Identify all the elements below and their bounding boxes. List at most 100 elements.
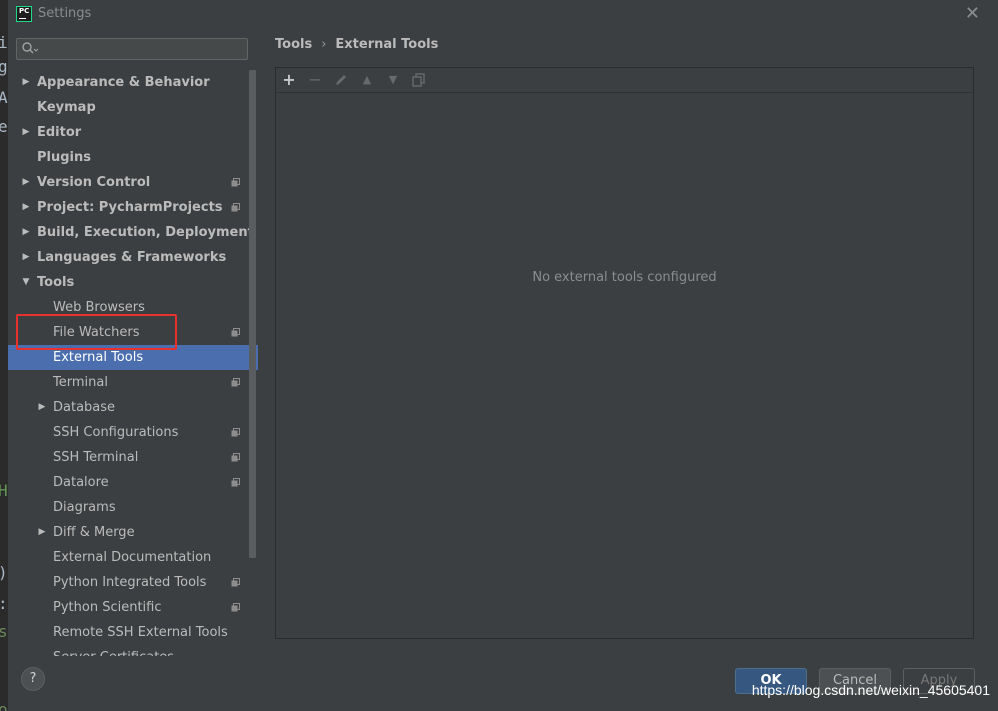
tree-item-datalore[interactable]: Datalore [8, 470, 258, 495]
project-scope-icon [231, 178, 240, 187]
tree-item-server-certificates[interactable]: Server Certificates [8, 645, 258, 656]
collapsed-arrow-icon[interactable]: ▶ [21, 195, 31, 220]
tree-item-label: Version Control [37, 175, 151, 190]
tree-item-diff-merge[interactable]: ▶ Diff & Merge [8, 520, 258, 545]
tree-item-external-documentation[interactable]: External Documentation [8, 545, 258, 570]
collapsed-arrow-icon[interactable]: ▶ [21, 170, 31, 195]
tree-item-python-integrated-tools[interactable]: Python Integrated Tools [8, 570, 258, 595]
search-icon [22, 42, 39, 54]
copy-icon[interactable] [410, 71, 428, 89]
editor-fragment: g [0, 57, 8, 76]
triangle-up-icon[interactable]: ▲ [358, 71, 376, 89]
window-title: Settings [38, 6, 92, 21]
project-scope-icon [231, 478, 240, 487]
tree-item-label: Datalore [53, 475, 109, 490]
collapsed-arrow-icon[interactable]: ▶ [21, 70, 31, 95]
tree-item-file-watchers[interactable]: File Watchers [8, 320, 258, 345]
tree-item-label: Diagrams [53, 500, 116, 515]
project-scope-icon [231, 453, 240, 462]
empty-state-text: No external tools configured [532, 270, 717, 285]
collapsed-arrow-icon[interactable]: ▶ [21, 220, 31, 245]
tree-item-ssh-terminal[interactable]: SSH Terminal [8, 445, 258, 470]
collapsed-arrow-icon[interactable]: ▶ [37, 520, 47, 545]
tree-item-label: Server Certificates [53, 645, 174, 656]
tree-item-python-scientific[interactable]: Python Scientific [8, 595, 258, 620]
editor-fragment: H [0, 481, 8, 500]
close-icon[interactable]: ✕ [965, 3, 980, 24]
breadcrumb-current: External Tools [335, 37, 439, 52]
project-scope-icon [231, 428, 240, 437]
tree-item-label: Web Browsers [53, 300, 145, 315]
tree-item-tools[interactable]: ▼ Tools [8, 270, 258, 295]
tree-item-label: Python Scientific [53, 600, 162, 615]
settings-dialog: PC Settings ✕ ▶ Appearance & Behavior Keym… [8, 0, 998, 711]
editor-fragment: e [0, 117, 8, 136]
ok-button[interactable]: OK [735, 668, 807, 694]
tree-item-label: External Tools [53, 350, 144, 365]
tree-item-label: Python Integrated Tools [53, 575, 207, 590]
tree-item-editor[interactable]: ▶ Editor [8, 120, 258, 145]
tree-item-label: Tools [37, 275, 75, 290]
collapsed-arrow-icon[interactable]: ▶ [21, 245, 31, 270]
collapsed-arrow-icon[interactable]: ▶ [21, 120, 31, 145]
tree-item-keymap[interactable]: Keymap [8, 95, 258, 120]
minus-icon[interactable]: − [306, 71, 324, 89]
editor-fragment: i [0, 33, 8, 52]
breadcrumb-parent[interactable]: Tools [275, 37, 312, 52]
editor-fragment: o") [0, 700, 8, 711]
editor-fragment: s [0, 622, 8, 641]
settings-content: Tools › External Tools + − ▲ ▼ No external… [258, 28, 998, 656]
external-tools-list: + − ▲ ▼ No external tools configured [275, 67, 974, 639]
tree-item-label: Project: PycharmProjects [37, 200, 223, 215]
tree-item-external-tools[interactable]: External Tools [8, 345, 258, 370]
tree-item-appearance-behavior[interactable]: ▶ Appearance & Behavior [8, 70, 258, 95]
project-scope-icon [231, 378, 240, 387]
tree-item-label: Build, Execution, Deployment [37, 225, 254, 240]
expanded-arrow-icon[interactable]: ▼ [21, 270, 31, 295]
apply-button[interactable]: Apply [903, 668, 975, 694]
dialog-footer: ? OK Cancel Apply [8, 656, 998, 711]
tree-item-ssh-configurations[interactable]: SSH Configurations [8, 420, 258, 445]
project-scope-icon [231, 578, 240, 587]
sidebar-scrollbar[interactable] [249, 70, 256, 558]
pencil-icon[interactable] [332, 71, 350, 89]
tree-item-label: Plugins [37, 150, 91, 165]
pycharm-logo-icon: PC [16, 6, 32, 22]
tree-item-label: Terminal [53, 375, 108, 390]
collapsed-arrow-icon[interactable]: ▶ [37, 395, 47, 420]
tree-item-diagrams[interactable]: Diagrams [8, 495, 258, 520]
tree-item-label: SSH Configurations [53, 425, 179, 440]
tools-toolbar: + − ▲ ▼ [276, 68, 973, 93]
title-bar: PC Settings ✕ [8, 0, 998, 28]
tree-item-version-control[interactable]: ▶ Version Control [8, 170, 258, 195]
project-scope-icon [231, 203, 240, 212]
tree-item-label: External Documentation [53, 550, 212, 565]
tree-item-plugins[interactable]: Plugins [8, 145, 258, 170]
tree-item-label: Editor [37, 125, 82, 140]
tree-item-label: SSH Terminal [53, 450, 139, 465]
help-button[interactable]: ? [21, 667, 45, 691]
tree-item-terminal[interactable]: Terminal [8, 370, 258, 395]
breadcrumb-separator: › [321, 37, 327, 52]
tree-item-languages-frameworks[interactable]: ▶ Languages & Frameworks [8, 245, 258, 270]
breadcrumb: Tools › External Tools [275, 37, 438, 52]
search-input[interactable] [16, 38, 248, 60]
tree-item-project-pycharmprojects[interactable]: ▶ Project: PycharmProjects [8, 195, 258, 220]
tree-item-build-execution-deployment[interactable]: ▶ Build, Execution, Deployment [8, 220, 258, 245]
tree-item-label: Languages & Frameworks [37, 250, 227, 265]
tree-item-label: Appearance & Behavior [37, 75, 210, 90]
project-scope-icon [231, 603, 240, 612]
cancel-button[interactable]: Cancel [819, 668, 891, 694]
tree-item-database[interactable]: ▶ Database [8, 395, 258, 420]
tree-item-label: Keymap [37, 100, 96, 115]
editor-fragment: ) [0, 563, 8, 582]
editor-fragment: A [0, 88, 8, 107]
plus-icon[interactable]: + [280, 71, 298, 89]
tree-item-remote-ssh-external-tools[interactable]: Remote SSH External Tools [8, 620, 258, 645]
project-scope-icon [231, 328, 240, 337]
triangle-down-icon[interactable]: ▼ [384, 71, 402, 89]
tree-item-label: File Watchers [53, 325, 140, 340]
settings-sidebar: ▶ Appearance & Behavior Keymap ▶ Editor Plugi… [8, 28, 258, 656]
tree-item-label: Diff & Merge [53, 525, 135, 540]
tree-item-web-browsers[interactable]: Web Browsers [8, 295, 258, 320]
